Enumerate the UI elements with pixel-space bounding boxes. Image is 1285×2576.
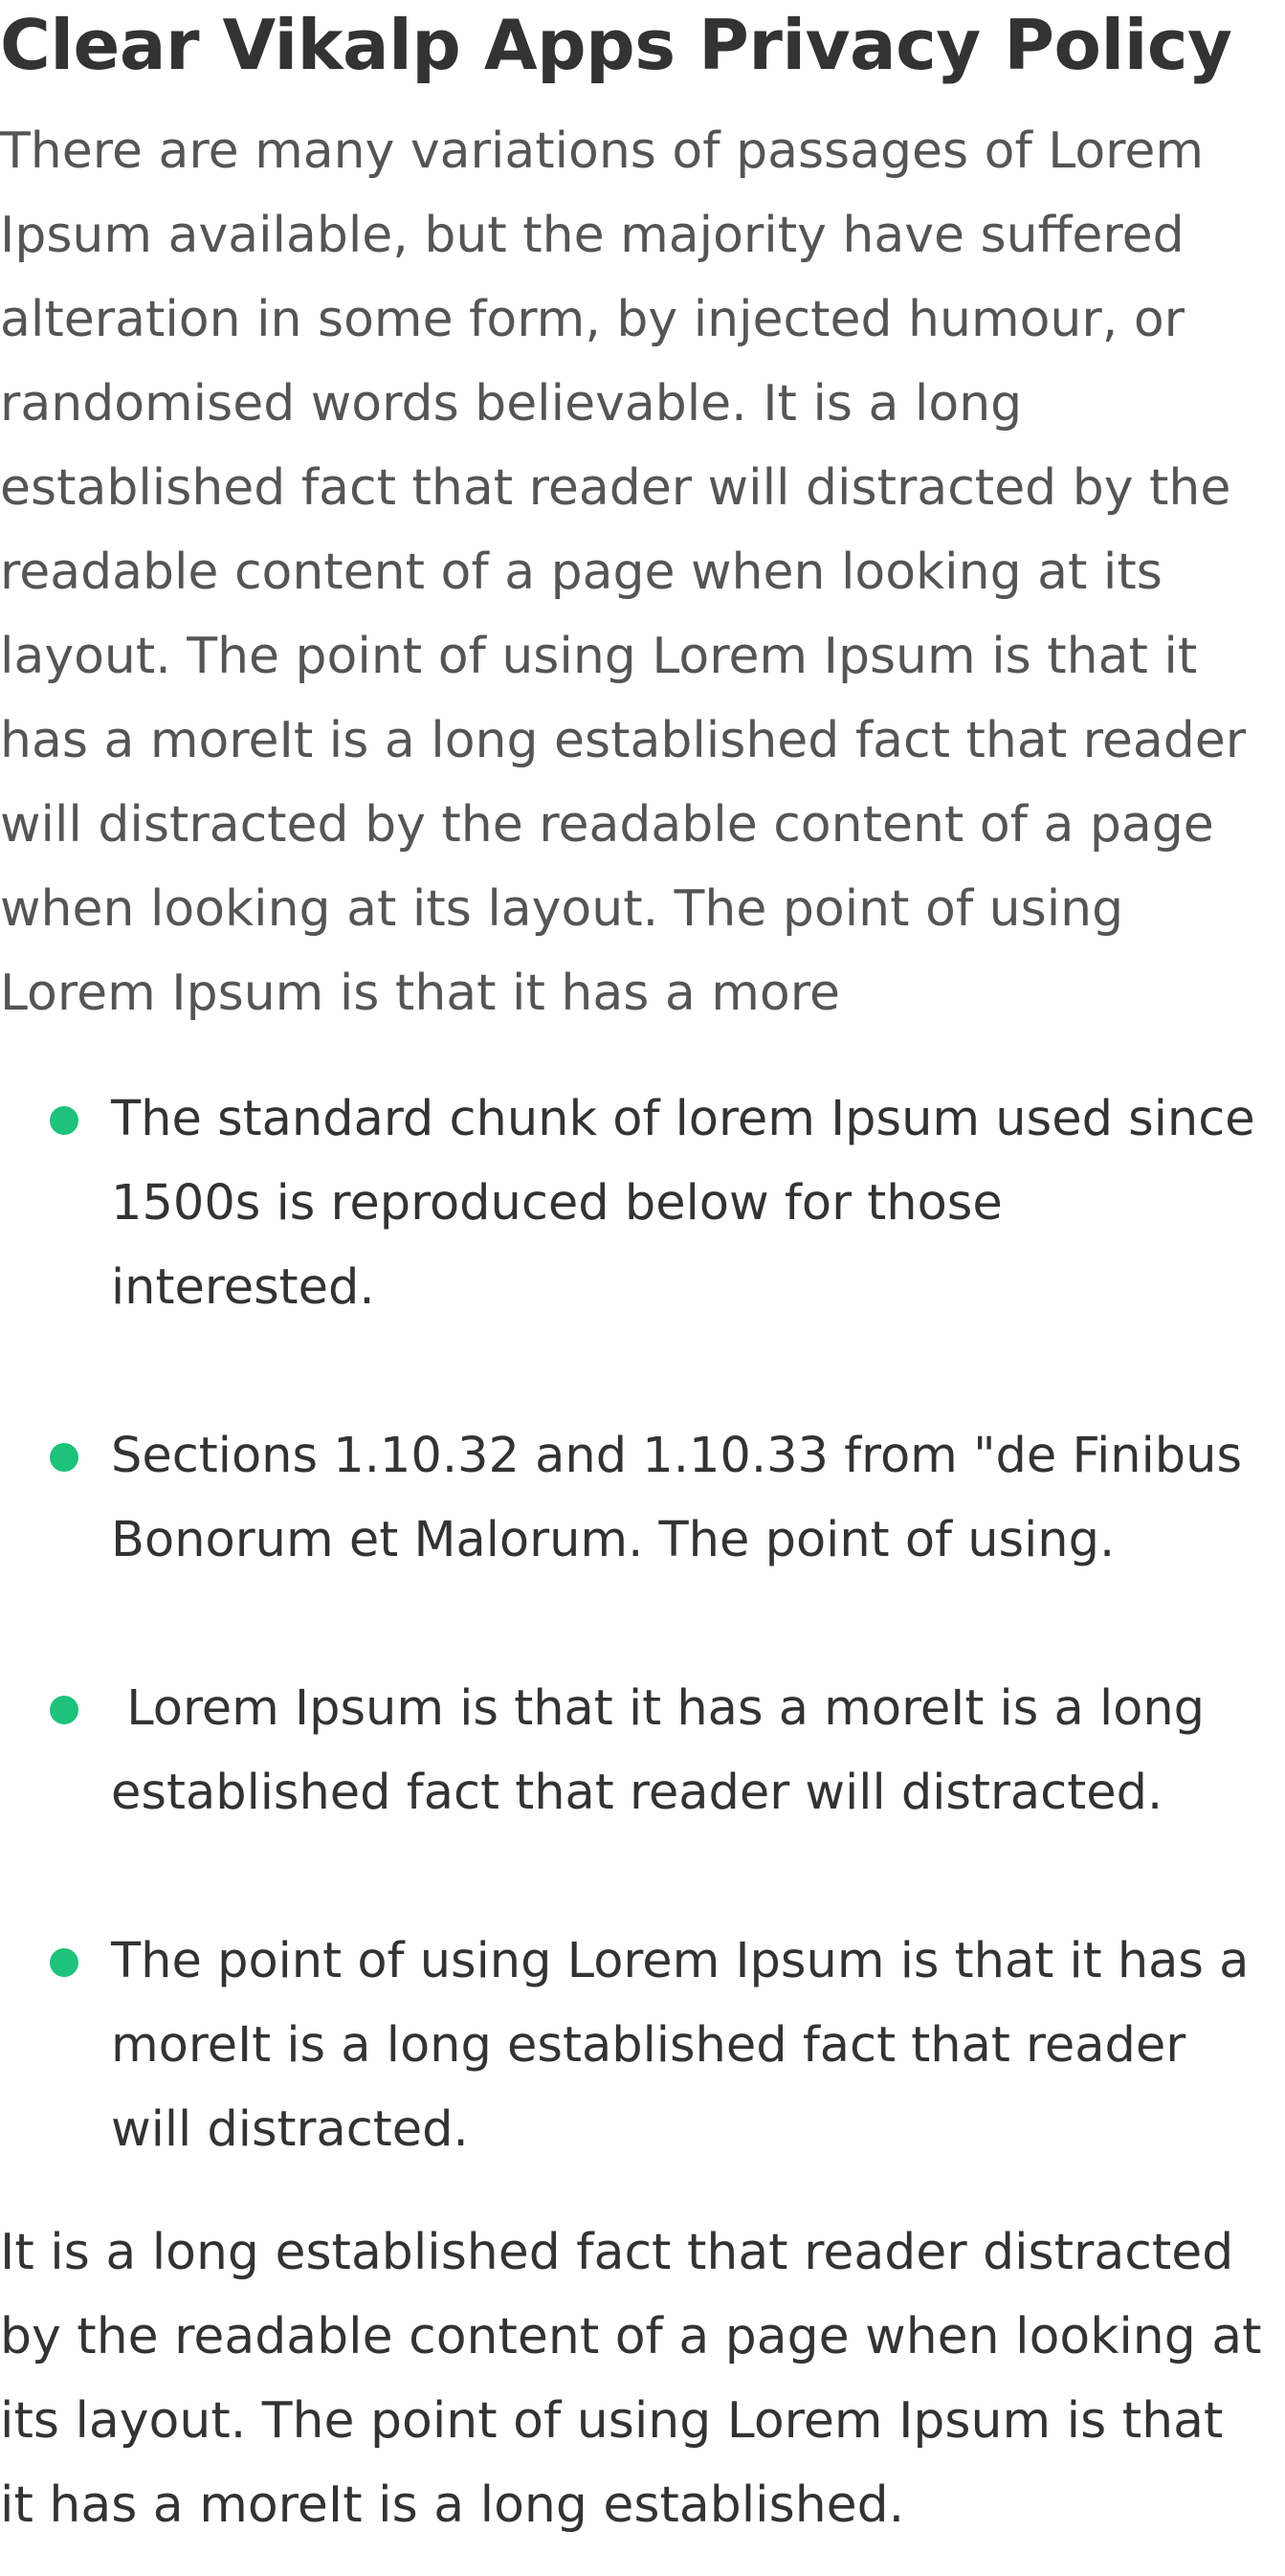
policy-bullet-list: The standard chunk of lorem Ipsum used s… [0,1077,1285,2172]
bullet-dot-icon [50,1443,78,1472]
bullet-dot-icon [50,1948,78,1977]
list-item: Sections 1.10.32 and 1.10.33 from "de Fi… [0,1414,1278,1583]
list-item-text: Sections 1.10.32 and 1.10.33 from "de Fi… [111,1428,1243,1568]
list-item: The standard chunk of lorem Ipsum used s… [0,1077,1278,1330]
page-title: Clear Vikalp Apps Privacy Policy [0,5,1232,85]
privacy-policy-page: Clear Vikalp Apps Privacy Policy There a… [0,0,1285,2576]
bullet-dot-icon [50,1696,78,1724]
list-item-text: The standard chunk of lorem Ipsum used s… [111,1091,1255,1316]
list-item: The point of using Lorem Ipsum is that i… [0,1920,1278,2172]
bullet-dot-icon [50,1106,78,1135]
closing-paragraph: It is a long established fact that reade… [0,2224,1262,2534]
intro-paragraph: There are many variations of passages of… [0,122,1247,1022]
list-item: Lorem Ipsum is that it has a moreIt is a… [0,1667,1278,1835]
list-item-text: Lorem Ipsum is that it has a moreIt is a… [111,1680,1221,1821]
list-item-text: The point of using Lorem Ipsum is that i… [111,1933,1250,2158]
